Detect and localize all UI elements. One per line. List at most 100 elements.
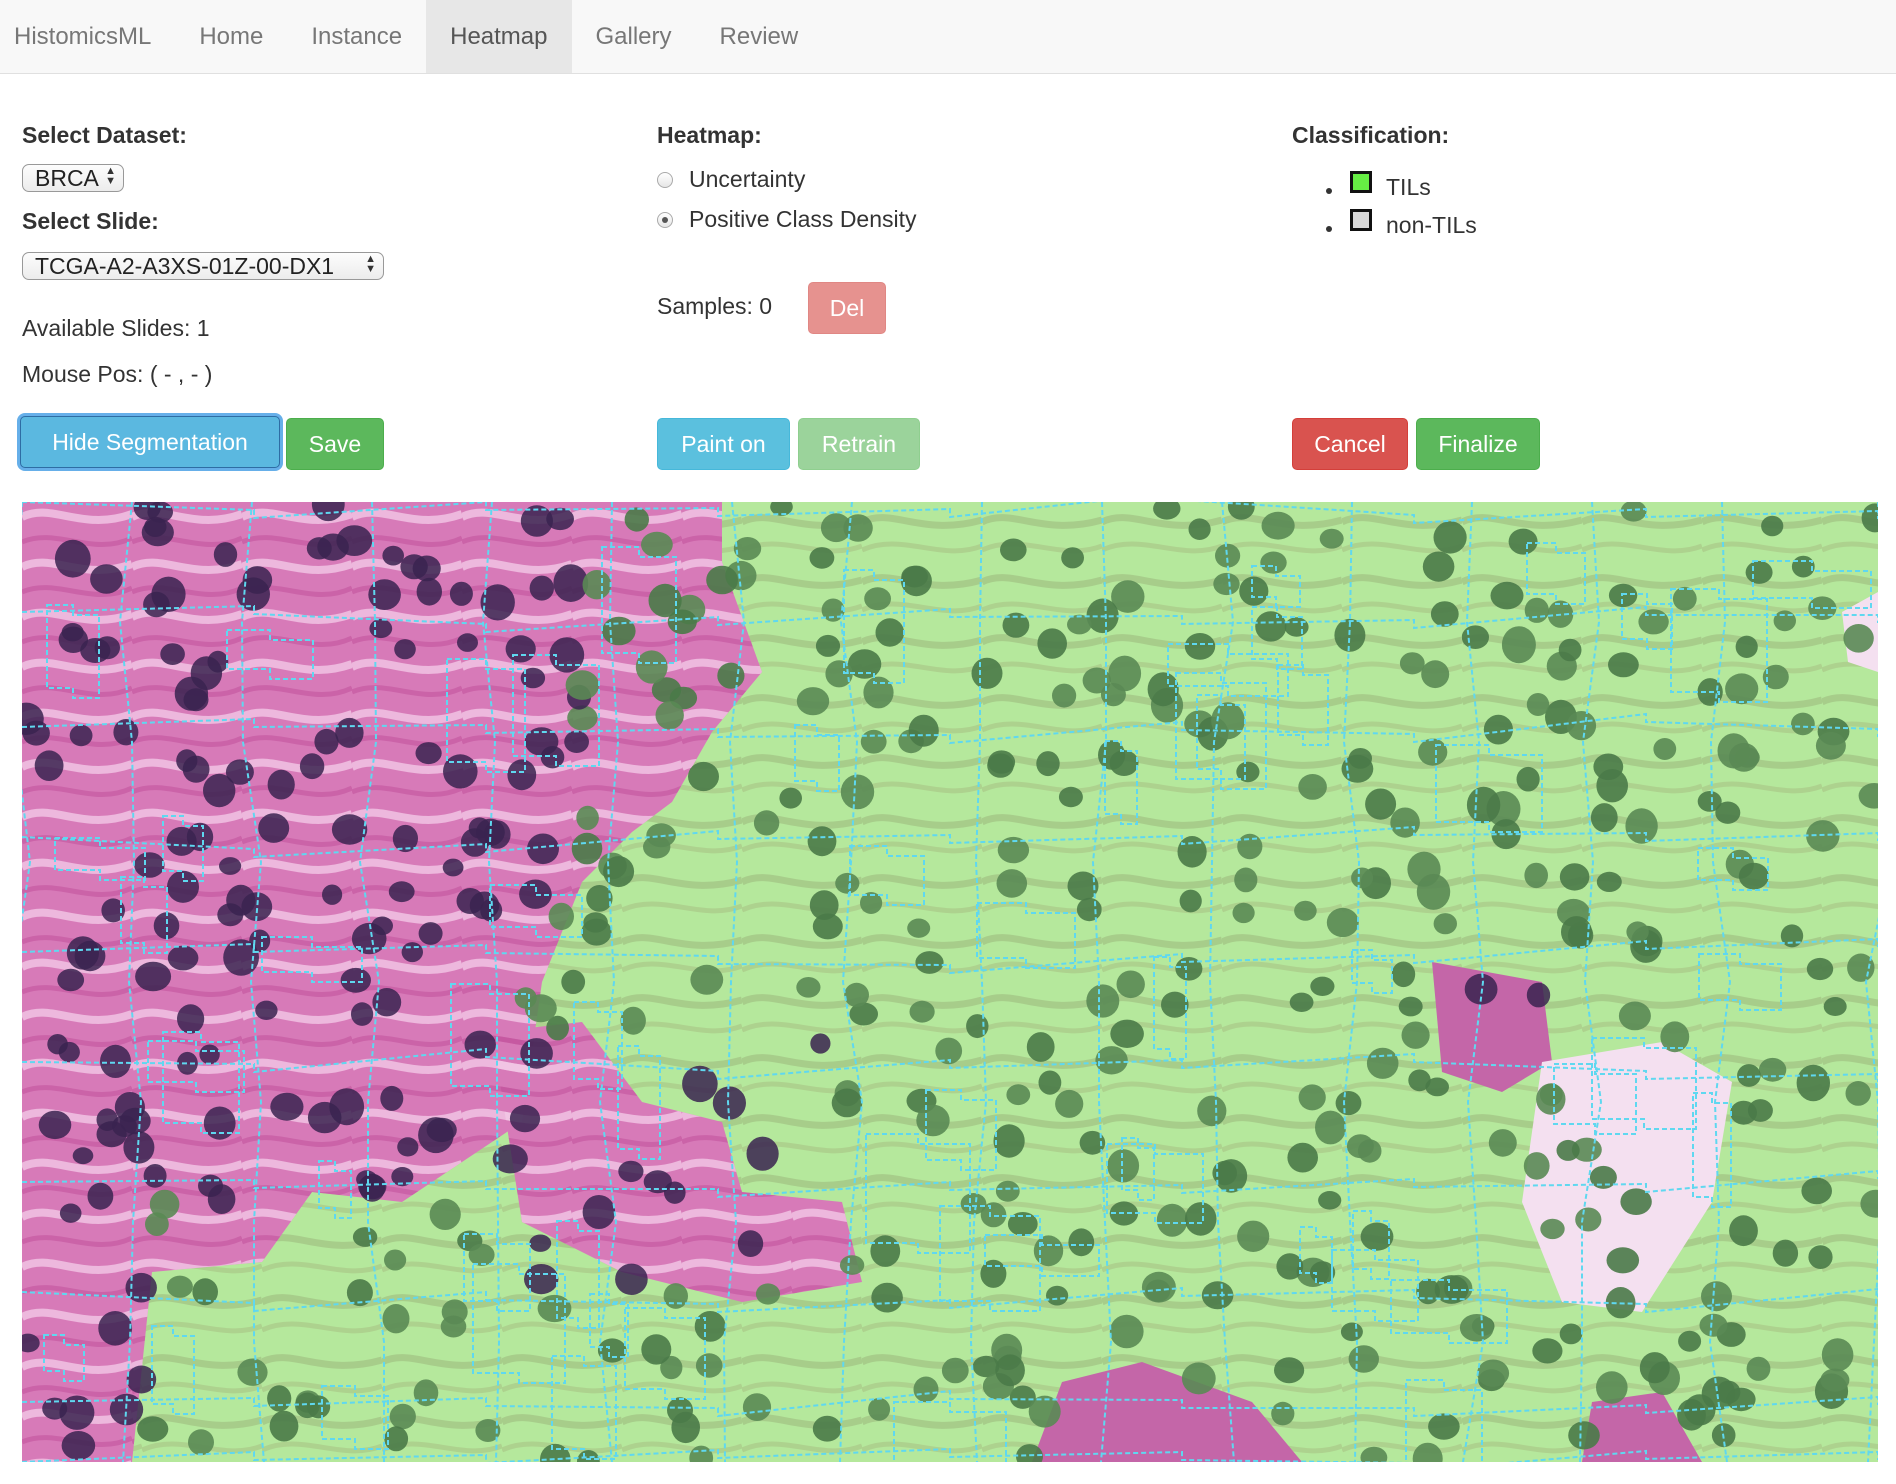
nucleus xyxy=(863,676,894,709)
nucleus xyxy=(143,1164,167,1188)
retrain-button[interactable]: Retrain xyxy=(798,418,920,470)
tissue-heatmap-image[interactable] xyxy=(22,502,1878,1462)
hide-segmentation-button[interactable]: Hide Segmentation xyxy=(20,416,280,468)
radio-uncertainty-input[interactable] xyxy=(657,171,673,188)
nucleus xyxy=(371,916,394,936)
nucleus xyxy=(1416,873,1451,910)
nucleus xyxy=(1559,1323,1583,1345)
nav-home[interactable]: Home xyxy=(175,0,287,73)
nucleus xyxy=(382,1304,410,1334)
heatmap-label: Heatmap: xyxy=(657,122,762,148)
nucleus xyxy=(1845,1081,1871,1106)
nucleus xyxy=(996,869,1028,898)
nucleus xyxy=(571,832,603,865)
samples-count-text: Samples: 0 xyxy=(657,293,773,319)
nucleus xyxy=(995,1354,1025,1387)
nucleus xyxy=(908,714,939,747)
nucleus xyxy=(1318,1191,1342,1210)
save-button[interactable]: Save xyxy=(286,418,384,470)
nucleus xyxy=(1501,626,1536,664)
nav-review[interactable]: Review xyxy=(696,0,823,73)
nucleus xyxy=(1433,521,1467,554)
radio-positive-class-density-label: Positive Class Density xyxy=(689,206,917,232)
nucleus xyxy=(87,1182,114,1210)
radio-positive-class-density-input[interactable] xyxy=(657,211,673,228)
nucleus xyxy=(1038,1070,1062,1095)
nucleus xyxy=(1234,867,1258,893)
nav-instance[interactable]: Instance xyxy=(287,0,426,73)
nucleus xyxy=(400,554,428,580)
nucleus xyxy=(58,626,88,653)
brand-link[interactable]: HistomicsML xyxy=(0,0,175,73)
nucleus xyxy=(1046,1285,1069,1306)
nucleus xyxy=(548,902,574,931)
nucleus xyxy=(1568,1421,1600,1450)
nucleus xyxy=(1653,738,1677,760)
nucleus xyxy=(1745,560,1773,584)
nucleus xyxy=(1055,1089,1084,1118)
nucleus xyxy=(1340,1322,1363,1342)
nucleus xyxy=(810,1033,831,1054)
nucleus xyxy=(755,1283,781,1305)
del-button[interactable]: Del xyxy=(808,282,886,334)
nav-gallery[interactable]: Gallery xyxy=(572,0,696,73)
nucleus xyxy=(839,1255,865,1275)
nucleus xyxy=(1590,803,1618,833)
nucleus xyxy=(737,1230,764,1257)
nucleus xyxy=(1310,976,1335,996)
nucleus xyxy=(1390,807,1420,838)
nucleus xyxy=(1107,1149,1140,1183)
nucleus xyxy=(1701,1281,1732,1312)
radio-positive-class-density[interactable]: Positive Class Density xyxy=(657,206,917,233)
slide-select[interactable]: TCGA-A2-A3XS-01Z-00-DX1 ▲ ▼ xyxy=(22,252,384,280)
nav-heatmap[interactable]: Heatmap xyxy=(426,0,572,73)
nucleus xyxy=(1808,1245,1833,1269)
nucleus xyxy=(993,1124,1025,1158)
nucleus xyxy=(602,616,636,646)
nucleus xyxy=(1284,617,1309,637)
nucleus xyxy=(1086,984,1120,1018)
nucleus xyxy=(1821,1338,1854,1372)
nucleus xyxy=(119,1107,151,1135)
nucleus xyxy=(1287,1142,1318,1173)
nucleus xyxy=(900,565,932,597)
nucleus xyxy=(581,918,612,946)
top-navbar: HistomicsML Home Instance Heatmap Galler… xyxy=(0,0,1896,74)
finalize-button[interactable]: Finalize xyxy=(1416,418,1540,470)
nucleus xyxy=(1796,1064,1831,1102)
nucleus xyxy=(641,531,673,558)
paint-on-button[interactable]: Paint on xyxy=(657,418,790,470)
dataset-select[interactable]: BRCA ▲ ▼ xyxy=(22,164,124,192)
nucleus xyxy=(413,1379,439,1407)
cancel-button[interactable]: Cancel xyxy=(1292,418,1408,470)
nucleus xyxy=(66,936,99,970)
nucleus xyxy=(1559,863,1590,891)
nucleus xyxy=(987,753,1014,778)
slide-viewer[interactable] xyxy=(22,502,1878,1462)
nucleus xyxy=(1237,1220,1270,1252)
nucleus xyxy=(1717,733,1750,769)
nucleus xyxy=(134,852,165,878)
nucleus xyxy=(1261,511,1295,540)
nucleus xyxy=(1516,766,1540,792)
select-arrows-icon: ▲ ▼ xyxy=(365,253,376,275)
nucleus xyxy=(426,1117,457,1143)
nucleus xyxy=(314,728,339,755)
nucleus xyxy=(177,1004,205,1034)
radio-uncertainty[interactable]: Uncertainty xyxy=(657,166,805,193)
nucleus xyxy=(717,662,745,689)
nucleus xyxy=(1260,551,1287,574)
nucleus xyxy=(213,542,238,567)
nucleus xyxy=(1319,528,1344,549)
nucleus xyxy=(1726,1387,1756,1412)
nucleus xyxy=(695,1353,723,1378)
nucleus xyxy=(624,507,649,532)
nucleus xyxy=(1391,961,1416,988)
nucleus xyxy=(1596,1371,1628,1404)
nucleus xyxy=(1596,769,1628,803)
nucleus xyxy=(38,1110,72,1140)
nucleus xyxy=(529,1234,552,1252)
nucleus xyxy=(369,618,393,639)
nucleus xyxy=(1298,1084,1326,1111)
nucleus xyxy=(1725,673,1759,705)
